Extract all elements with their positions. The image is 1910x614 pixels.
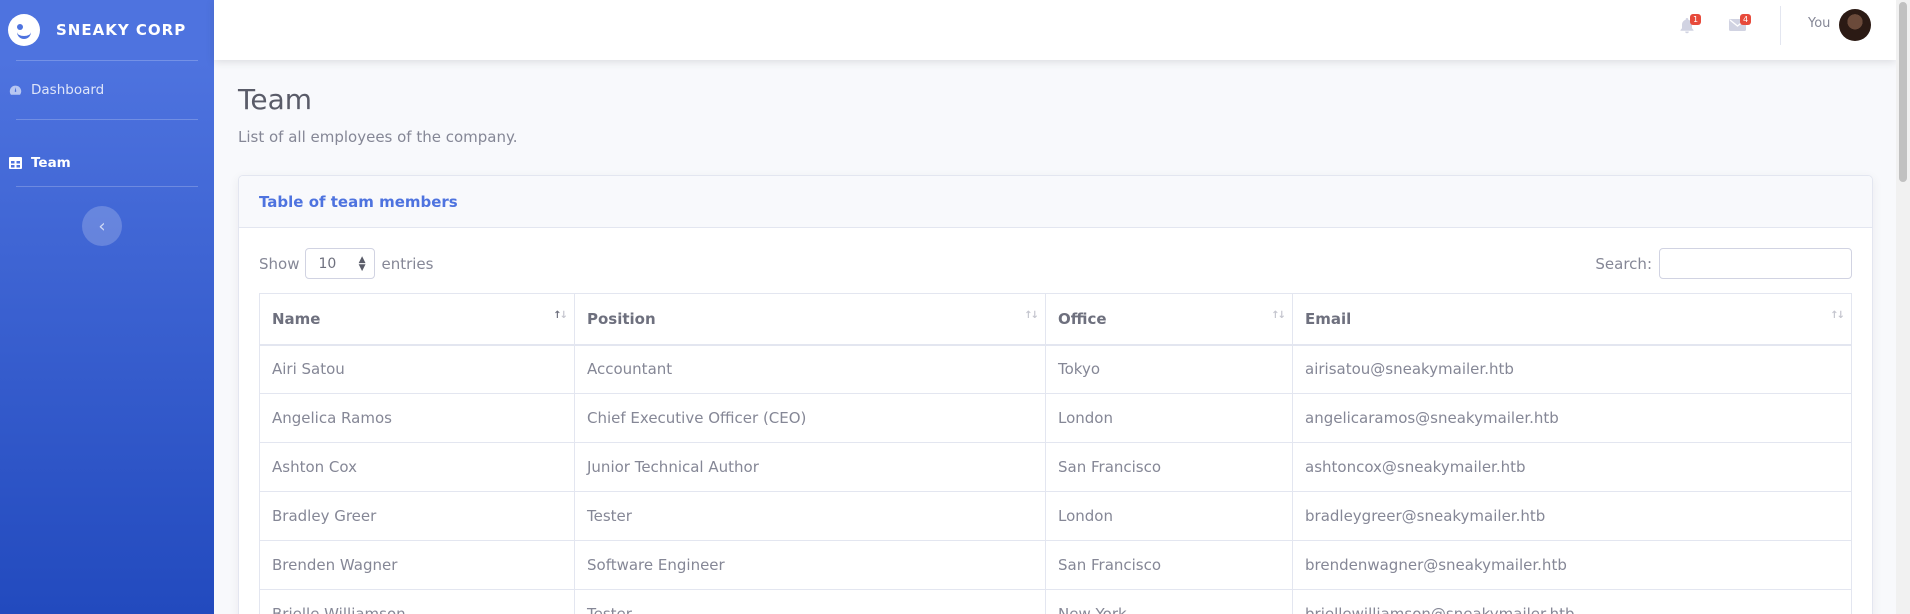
cell-office: New York	[1045, 589, 1293, 614]
column-header-email[interactable]: Email ↑↓	[1292, 293, 1852, 346]
cell-position: Chief Executive Officer (CEO)	[574, 393, 1046, 443]
alerts-count-badge: 1	[1690, 14, 1702, 25]
page-scrollbar[interactable]	[1896, 0, 1910, 614]
cell-email: briellewilliamson@sneakymailer.htb	[1292, 589, 1852, 614]
team-table: Name ↑↓ Position ↑↓ Office ↑↓ Email ↑↓ A…	[259, 293, 1852, 614]
table-row: Brielle Williamson Tester New York briel…	[259, 589, 1852, 614]
cell-name: Angelica Ramos	[259, 393, 575, 443]
sidebar-divider	[16, 186, 198, 187]
cell-office: London	[1045, 491, 1293, 541]
team-card: Table of team members Show 10 ▲ ▼ entries…	[238, 175, 1873, 614]
table-icon	[8, 156, 22, 170]
cell-name: Airi Satou	[259, 344, 575, 394]
table-row: Brenden Wagner Software Engineer San Fra…	[259, 540, 1852, 590]
search-label: Search:	[1595, 254, 1652, 273]
sort-asc-icon: ↑↓	[553, 310, 568, 321]
cell-office: San Francisco	[1045, 540, 1293, 590]
cell-position: Accountant	[574, 344, 1046, 394]
search-input[interactable]	[1659, 248, 1852, 279]
column-header-label: Office	[1058, 309, 1107, 328]
brand-logo-icon	[8, 14, 40, 46]
cell-office: San Francisco	[1045, 442, 1293, 492]
topbar: 1 4 You	[214, 0, 1896, 60]
page-subtitle: List of all employees of the company.	[238, 128, 518, 146]
cell-email: airisatou@sneakymailer.htb	[1292, 344, 1852, 394]
table-controls: Show 10 ▲ ▼ entries Search:	[239, 228, 1872, 294]
column-header-label: Name	[272, 309, 321, 328]
cell-office: Tokyo	[1045, 344, 1293, 394]
avatar[interactable]	[1839, 9, 1871, 41]
column-header-label: Email	[1305, 309, 1352, 328]
show-label: Show	[259, 254, 300, 273]
sidebar-item-dashboard[interactable]: Dashboard	[0, 61, 214, 119]
chevron-left-icon: ‹	[98, 215, 106, 237]
table-row: Angelica Ramos Chief Executive Officer (…	[259, 393, 1852, 443]
alerts-dropdown[interactable]: 1	[1679, 14, 1702, 39]
messages-dropdown[interactable]: 4	[1729, 14, 1752, 39]
cell-office: London	[1045, 393, 1293, 443]
column-header-position[interactable]: Position ↑↓	[574, 293, 1046, 346]
entries-select-value: 10	[318, 255, 337, 272]
table-row: Ashton Cox Junior Technical Author San F…	[259, 442, 1852, 492]
entries-label: entries	[381, 254, 434, 273]
sidebar-item-label: Team	[31, 155, 71, 171]
table-row: Bradley Greer Tester London bradleygreer…	[259, 491, 1852, 541]
cell-email: bradleygreer@sneakymailer.htb	[1292, 491, 1852, 541]
cell-email: brendenwagner@sneakymailer.htb	[1292, 540, 1852, 590]
user-name[interactable]: You	[1808, 16, 1830, 31]
column-header-label: Position	[587, 309, 656, 328]
cell-name: Brielle Williamson	[259, 589, 575, 614]
table-row: Airi Satou Accountant Tokyo airisatou@sn…	[259, 344, 1852, 394]
cell-position: Tester	[574, 589, 1046, 614]
cell-email: ashtoncox@sneakymailer.htb	[1292, 442, 1852, 492]
cell-name: Bradley Greer	[259, 491, 575, 541]
sidebar-item-label: Dashboard	[31, 82, 105, 98]
brand-name: SNEAKY CORP	[56, 21, 187, 39]
cell-position: Junior Technical Author	[574, 442, 1046, 492]
topbar-divider	[1780, 6, 1781, 45]
card-header: Table of team members	[239, 176, 1872, 228]
messages-count-badge: 4	[1740, 14, 1752, 25]
sidebar: SNEAKY CORP Dashboard Team ‹	[0, 0, 214, 614]
cell-name: Brenden Wagner	[259, 540, 575, 590]
page-title: Team	[238, 83, 313, 116]
cell-email: angelicaramos@sneakymailer.htb	[1292, 393, 1852, 443]
tachometer-icon	[8, 83, 22, 97]
sort-icon: ↑↓	[1830, 310, 1845, 321]
entries-length-control: Show 10 ▲ ▼ entries	[259, 248, 433, 279]
cell-position: Tester	[574, 491, 1046, 541]
sidebar-item-team[interactable]: Team	[0, 134, 214, 192]
sort-icon: ↑↓	[1024, 310, 1039, 321]
scrollbar-thumb[interactable]	[1899, 2, 1907, 182]
brand-link[interactable]: SNEAKY CORP	[0, 0, 214, 60]
entries-select[interactable]: 10 ▲ ▼	[305, 248, 376, 279]
cell-name: Ashton Cox	[259, 442, 575, 492]
search-control: Search:	[1595, 248, 1852, 279]
column-header-office[interactable]: Office ↑↓	[1045, 293, 1293, 346]
column-header-name[interactable]: Name ↑↓	[259, 293, 575, 346]
sort-icon: ↑↓	[1271, 310, 1286, 321]
table-header-row: Name ↑↓ Position ↑↓ Office ↑↓ Email ↑↓	[259, 293, 1852, 346]
cell-position: Software Engineer	[574, 540, 1046, 590]
sidebar-toggle-button[interactable]: ‹	[82, 206, 122, 246]
select-arrows-icon: ▲ ▼	[358, 254, 366, 273]
